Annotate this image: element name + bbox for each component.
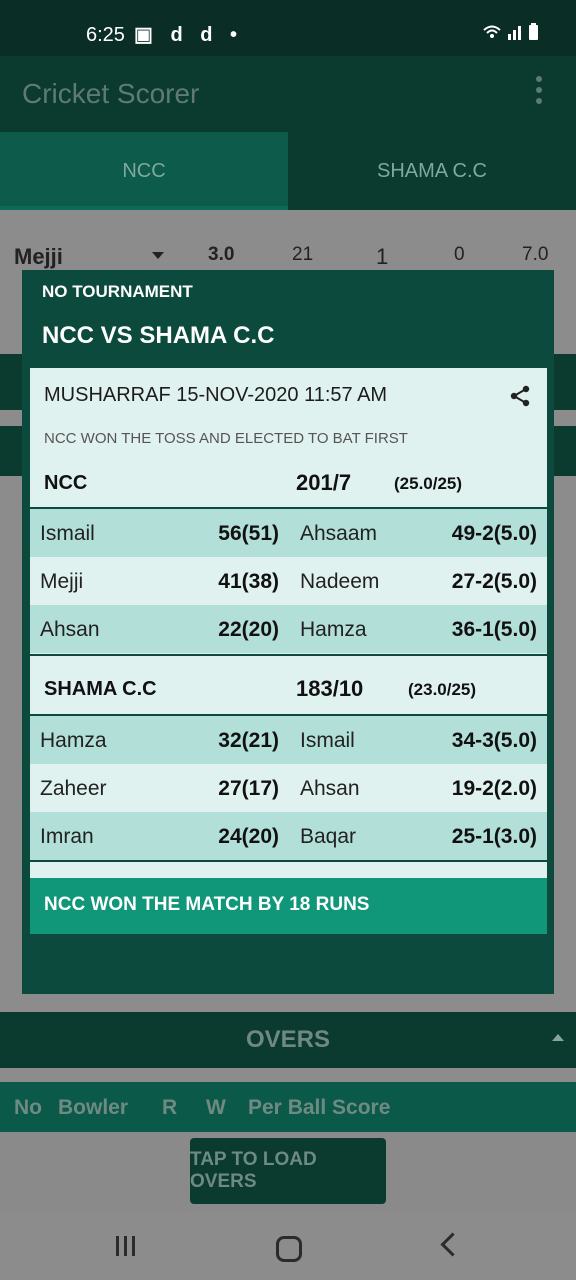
dropdown-arrow-icon[interactable] — [152, 252, 164, 259]
bowler-name: Ismail — [300, 729, 355, 752]
bowler-name: Baqar — [300, 825, 357, 848]
bowler-figures: 25-1(3.0) — [451, 825, 537, 848]
match-result-banner: NCC WON THE MATCH BY 18 RUNS — [30, 878, 547, 934]
batsman-score: 32(21) — [218, 729, 279, 752]
wifi-signal-battery-icon — [483, 23, 538, 40]
scorecard: MUSHARRAF 15-NOV-2020 11:57 AM NCC WON T… — [30, 368, 547, 932]
innings-header: NCC 201/7 (25.0/25) — [30, 458, 547, 508]
bowler-name: Nadeem — [300, 570, 380, 593]
share-icon[interactable] — [508, 384, 532, 408]
batsman-score: 27(17) — [218, 777, 279, 800]
player-row: Imran 24(20) Baqar 25-1(3.0) — [30, 812, 547, 860]
app-bar: Cricket Scorer — [0, 56, 576, 132]
match-title: NCC VS SHAMA C.C — [42, 322, 275, 349]
tab-indicator — [0, 206, 288, 210]
batsman-name: Ismail — [40, 522, 95, 545]
bowler-name: Hamza — [300, 618, 367, 641]
team-overs: (23.0/25) — [408, 680, 477, 699]
back-icon[interactable] — [440, 1232, 465, 1257]
bowler-figures: 27-2(5.0) — [451, 570, 537, 593]
bowler-name: Ahsan — [300, 777, 360, 800]
bowler-figures: 34-3(5.0) — [451, 729, 537, 752]
overs-section-header[interactable]: OVERS — [0, 1012, 576, 1068]
bowler-overs: 3.0 — [208, 244, 235, 265]
load-overs-button[interactable]: TAP TO LOAD OVERS — [190, 1138, 386, 1204]
batsman-score: 41(38) — [218, 570, 279, 593]
match-summary-dialog: NO TOURNAMENT NCC VS SHAMA C.C MUSHARRAF… — [22, 270, 554, 994]
system-nav-bar — [0, 1212, 576, 1280]
player-row: Zaheer 27(17) Ahsan 19-2(2.0) — [30, 764, 547, 812]
col-bowler: Bowler — [58, 1096, 129, 1119]
tab-shama[interactable]: SHAMA C.C — [288, 132, 576, 210]
overs-table-header: No Bowler R W Per Ball Score — [0, 1082, 576, 1132]
team-tabs: NCC SHAMA C.C — [0, 132, 576, 210]
status-bar: 6:25 ▣ d d • — [0, 0, 576, 56]
team-name: SHAMA C.C — [44, 678, 157, 700]
batsman-score: 24(20) — [218, 825, 279, 848]
toss-info: NCC WON THE TOSS AND ELECTED TO BAT FIRS… — [44, 430, 408, 447]
team-name: NCC — [44, 472, 88, 494]
team-score: 183/10 — [296, 676, 364, 701]
player-row: Ahsan 22(20) Hamza 36-1(5.0) — [30, 605, 547, 653]
home-icon[interactable] — [276, 1236, 302, 1262]
tab-ncc[interactable]: NCC — [0, 132, 288, 210]
bowler-figures: 36-1(5.0) — [451, 618, 537, 641]
collapse-caret-icon[interactable] — [552, 1034, 564, 1041]
overs-title: OVERS — [245, 1026, 331, 1053]
match-result: NCC WON THE MATCH BY 18 RUNS — [44, 894, 370, 915]
status-time: 6:25 — [86, 24, 125, 46]
team-score: 201/7 — [296, 470, 352, 495]
batsman-name: Zaheer — [40, 777, 107, 800]
bowler-wickets: 0 — [454, 244, 465, 265]
bowler-economy: 7.0 — [522, 244, 549, 265]
player-row: Hamza 32(21) Ismail 34-3(5.0) — [30, 716, 547, 764]
system-status-icons — [482, 22, 542, 47]
player-row: Mejji 41(38) Nadeem 27-2(5.0) — [30, 557, 547, 605]
innings-header: SHAMA C.C 183/10 (23.0/25) — [30, 664, 547, 714]
batsman-name: Ahsan — [40, 618, 100, 641]
recent-apps-icon[interactable] — [116, 1236, 140, 1256]
bowler-name: Mejji — [14, 244, 63, 269]
tournament-label: NO TOURNAMENT — [42, 282, 193, 301]
batsman-name: Hamza — [40, 729, 107, 752]
batsman-name: Imran — [40, 825, 94, 848]
bowler-figures: 19-2(2.0) — [451, 777, 537, 800]
col-wickets: W — [206, 1096, 226, 1119]
col-per-ball: Per Ball Score — [248, 1096, 391, 1119]
notification-icons: ▣ d d • — [134, 24, 244, 46]
divider — [30, 654, 547, 656]
col-no: No — [14, 1096, 42, 1119]
bowler-runs: 21 — [292, 244, 314, 265]
app-title: Cricket Scorer — [22, 78, 200, 109]
batsman-score: 56(51) — [218, 522, 279, 545]
divider — [30, 860, 547, 862]
bowler-maidens: 1 — [376, 244, 389, 269]
bowler-name: Ahsaam — [300, 522, 378, 545]
player-row: Ismail 56(51) Ahsaam 49-2(5.0) — [30, 509, 547, 557]
batsman-name: Mejji — [40, 570, 84, 593]
match-meta: MUSHARRAF 15-NOV-2020 11:57 AM — [44, 384, 388, 406]
bowler-figures: 49-2(5.0) — [451, 522, 537, 545]
team-overs: (25.0/25) — [394, 474, 463, 493]
batsman-score: 22(20) — [218, 618, 279, 641]
col-runs: R — [162, 1096, 178, 1119]
more-options-icon[interactable] — [536, 76, 544, 110]
